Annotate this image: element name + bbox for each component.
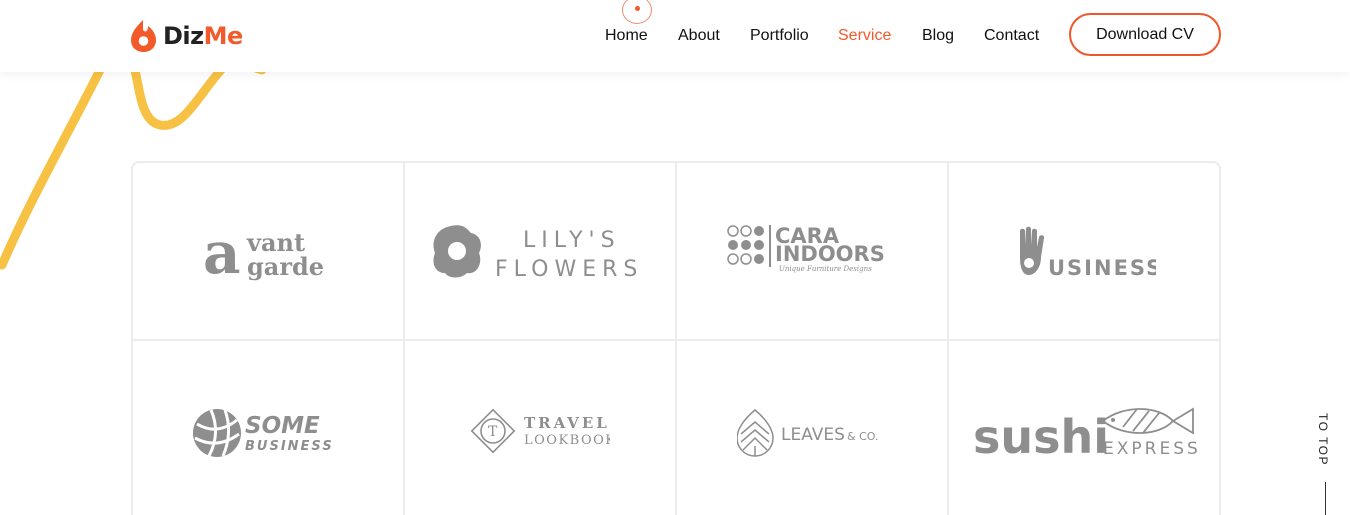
brand-logo-avant-garde[interactable]: a vant garde	[133, 163, 403, 339]
travel-lookbook-logo-icon: T TRAVEL LOOKBOOK	[470, 408, 610, 454]
brand-logo-business[interactable]: USINESS	[949, 163, 1219, 339]
svg-text:& CO.: & CO.	[847, 430, 878, 443]
avant-garde-logo-icon: a vant garde	[203, 221, 324, 281]
business-hand-logo-icon: USINESS	[1020, 226, 1156, 279]
svg-text:Unique Furniture Designs: Unique Furniture Designs	[779, 265, 872, 273]
brand-logo-sushi-express[interactable]: sushi EXPRESS	[949, 341, 1219, 515]
svg-text:LILY'S: LILY'S	[523, 228, 621, 253]
partner-logos-grid: a vant garde LILY'S FLOWERS CARA INDOORS…	[131, 161, 1221, 515]
svg-text:T: T	[488, 424, 498, 440]
brand-logo-leaves-co[interactable]: LEAVES & CO.	[677, 341, 947, 515]
svg-text:USINESS: USINESS	[1048, 256, 1156, 279]
svg-text:garde: garde	[247, 252, 324, 281]
nav-home[interactable]: Home	[605, 27, 648, 45]
to-top-link[interactable]: TO TOP	[1316, 413, 1330, 466]
nav-blog[interactable]: Blog	[922, 27, 954, 45]
brand-logo-lilys-flowers[interactable]: LILY'S FLOWERS	[405, 163, 675, 339]
cara-indoors-logo-icon: CARA INDOORS Unique Furniture Designs	[727, 224, 885, 273]
active-nav-indicator	[622, 0, 652, 24]
brand-logo-travel-lookbook[interactable]: T TRAVEL LOOKBOOK	[405, 341, 675, 515]
logo-text: DizMe	[163, 22, 243, 50]
svg-text:a: a	[203, 221, 241, 281]
svg-text:SOME: SOME	[245, 413, 320, 439]
nav-service[interactable]: Service	[838, 27, 891, 45]
svg-text:FLOWERS: FLOWERS	[495, 257, 643, 279]
site-logo[interactable]: DizMe	[130, 19, 243, 53]
svg-text:LOOKBOOK: LOOKBOOK	[524, 433, 610, 448]
nav-about[interactable]: About	[678, 27, 720, 45]
svg-text:BUSINESS: BUSINESS	[245, 439, 334, 454]
svg-text:INDOORS: INDOORS	[775, 242, 885, 266]
lilys-flowers-logo-icon: LILY'S FLOWERS	[433, 225, 643, 279]
sushi-express-logo-icon: sushi EXPRESS	[973, 407, 1199, 461]
flame-logo-icon	[131, 20, 156, 52]
svg-text:TRAVEL: TRAVEL	[524, 414, 610, 432]
leaves-co-logo-icon: LEAVES & CO.	[737, 409, 878, 457]
brand-logo-some-business[interactable]: SOME BUSINESS	[133, 341, 403, 515]
svg-text:sushi: sushi	[973, 410, 1109, 461]
svg-text:LEAVES: LEAVES	[781, 425, 845, 445]
svg-text:EXPRESS: EXPRESS	[1103, 439, 1199, 459]
nav-portfolio[interactable]: Portfolio	[750, 27, 809, 45]
some-business-logo-icon: SOME BUSINESS	[193, 409, 334, 457]
site-header: DizMe Home About Portfolio Service Blog …	[0, 0, 1350, 72]
to-top-line	[1325, 482, 1326, 515]
brand-logo-cara-indoors[interactable]: CARA INDOORS Unique Furniture Designs	[677, 163, 947, 339]
download-cv-button[interactable]: Download CV	[1069, 13, 1221, 56]
nav-contact[interactable]: Contact	[984, 27, 1039, 45]
